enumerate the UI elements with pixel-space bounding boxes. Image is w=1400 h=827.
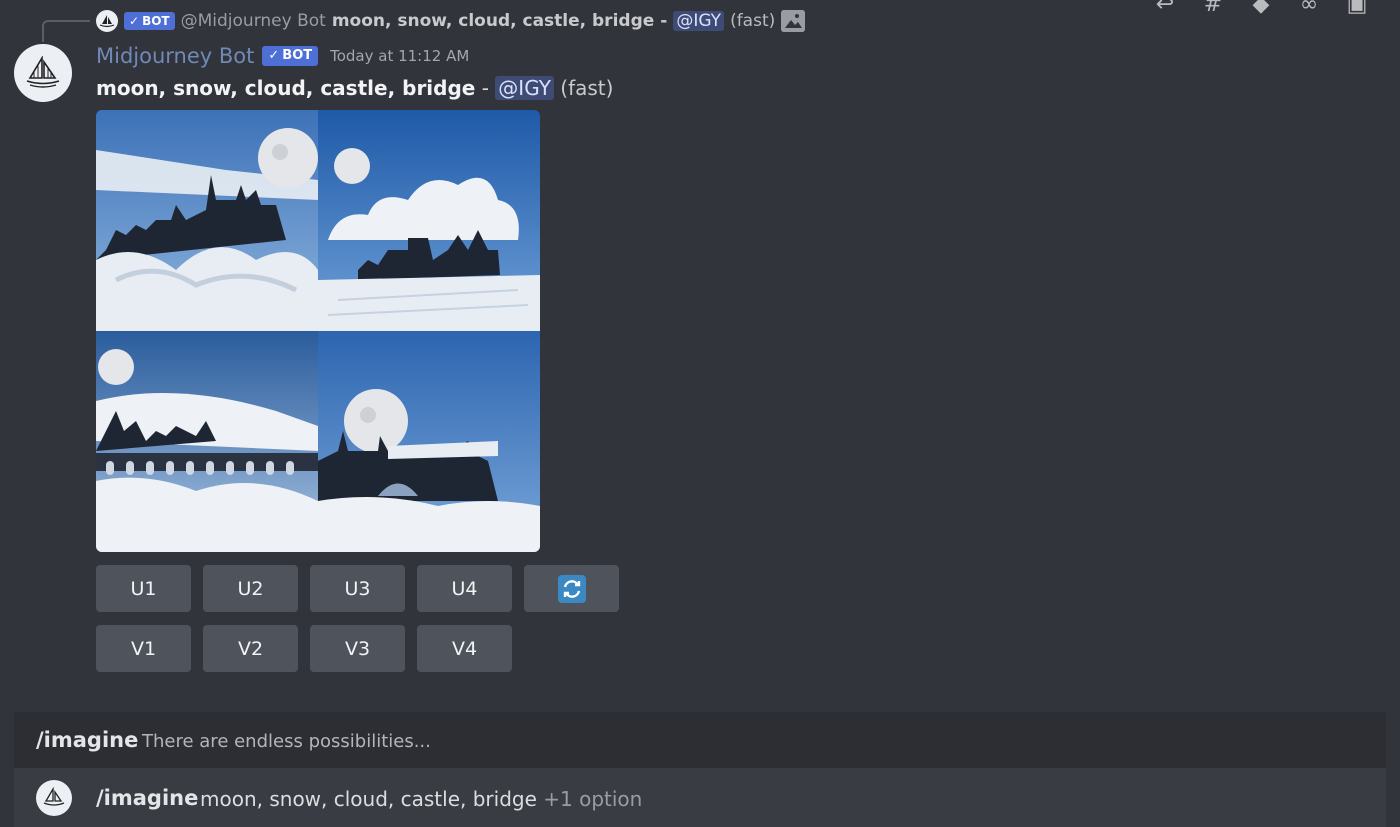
sailboat-icon <box>43 787 65 806</box>
v4-button[interactable]: V4 <box>417 625 512 672</box>
grid-image-4[interactable] <box>318 331 540 552</box>
copy-id-icon[interactable]: ▣ <box>1344 0 1370 17</box>
suggestion-args: moon, snow, cloud, castle, bridge +1 opt… <box>200 787 642 811</box>
suggestion-extra-option: +1 option <box>543 787 643 811</box>
reply-author[interactable]: @Midjourney Bot <box>181 11 326 31</box>
message-header: Midjourney Bot ✓ BOT Today at 11:12 AM <box>96 44 469 68</box>
v2-button[interactable]: V2 <box>203 625 298 672</box>
u3-button[interactable]: U3 <box>310 565 405 612</box>
reply-connector <box>42 20 90 42</box>
midjourney-avatar-small <box>36 780 72 816</box>
u2-button[interactable]: U2 <box>203 565 298 612</box>
apps-icon[interactable]: ◆ <box>1248 0 1274 17</box>
verified-check-icon: ✓ <box>268 48 280 63</box>
reply-separator: - <box>660 11 668 31</box>
mode-label: (fast) <box>560 76 614 100</box>
sailboat-icon <box>26 56 60 88</box>
reply-preview[interactable]: ✓ BOT @Midjourney Bot moon, snow, cloud,… <box>96 9 806 33</box>
image-icon <box>781 10 806 32</box>
reply-mode: (fast) <box>730 11 776 31</box>
prompt-text: moon, snow, cloud, castle, bridge <box>96 76 476 100</box>
v1-button[interactable]: V1 <box>96 625 191 672</box>
sailboat-icon <box>99 15 115 28</box>
suggestion-prompt: moon, snow, cloud, castle, bridge <box>200 787 537 811</box>
image-grid[interactable] <box>96 110 540 552</box>
message-toolbar: ↩ # ◆ ∞ ▣ <box>1152 0 1370 17</box>
u1-button[interactable]: U1 <box>96 565 191 612</box>
suggestion-command: /imagine <box>96 786 199 810</box>
refresh-icon <box>557 574 586 603</box>
reroll-button[interactable] <box>524 565 619 612</box>
author-name[interactable]: Midjourney Bot <box>96 44 254 68</box>
message-content: moon, snow, cloud, castle, bridge - @IGY… <box>96 76 613 100</box>
reply-prompt: moon, snow, cloud, castle, bridge <box>331 11 655 31</box>
create-thread-icon[interactable]: # <box>1200 0 1226 17</box>
separator: - <box>481 76 489 100</box>
user-mention[interactable]: @IGY <box>495 76 554 100</box>
reply-icon[interactable]: ↩ <box>1152 0 1178 17</box>
grid-image-2[interactable] <box>318 110 540 331</box>
grid-image-3[interactable] <box>96 331 318 552</box>
prompt-placeholder[interactable]: There are endless possibilities... <box>142 731 431 752</box>
composer-command: /imagine <box>36 728 139 752</box>
variation-buttons: V1 V2 V3 V4 <box>96 625 512 672</box>
copy-link-icon[interactable]: ∞ <box>1296 0 1322 17</box>
reply-mention[interactable]: @IGY <box>673 11 725 31</box>
command-suggestion[interactable]: /imagine moon, snow, cloud, castle, brid… <box>14 768 1386 827</box>
v3-button[interactable]: V3 <box>310 625 405 672</box>
midjourney-avatar-small[interactable] <box>96 10 118 32</box>
verified-check-icon: ✓ <box>129 14 140 28</box>
bot-badge: ✓ BOT <box>124 12 175 30</box>
message-composer[interactable]: /imagine There are endless possibilities… <box>14 712 1386 768</box>
grid-image-1[interactable] <box>96 110 318 331</box>
midjourney-avatar[interactable] <box>14 44 72 102</box>
bot-badge: ✓ BOT <box>262 46 319 66</box>
u4-button[interactable]: U4 <box>417 565 512 612</box>
upscale-buttons: U1 U2 U3 U4 <box>96 565 619 612</box>
timestamp[interactable]: Today at 11:12 AM <box>330 47 469 65</box>
